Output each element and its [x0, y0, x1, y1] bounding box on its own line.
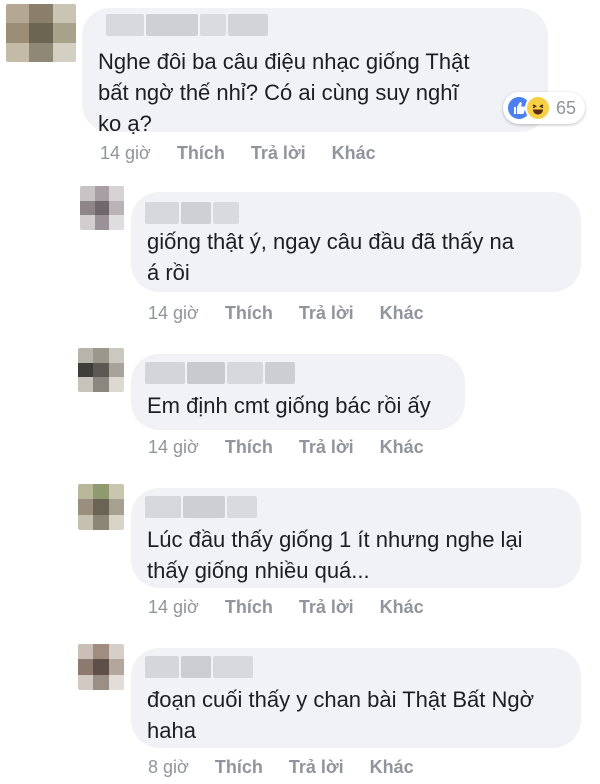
haha-icon: [525, 95, 551, 121]
reply-button[interactable]: Trả lời: [289, 757, 344, 778]
comment-text: Lúc đầu thấy giống 1 ít nhưng nghe lại t…: [147, 527, 523, 583]
comment-text: giống thật ý, ngay câu đầu đã thấy na á …: [147, 229, 514, 285]
comment-bubble: Nghe đôi ba câu điệu nhạc giống Thật bất…: [82, 8, 548, 136]
author-name-blurred[interactable]: [145, 362, 295, 384]
comment-text: Nghe đôi ba câu điệu nhạc giống Thật bất…: [98, 49, 470, 136]
avatar[interactable]: [78, 484, 124, 530]
avatar[interactable]: [78, 644, 124, 690]
comment-meta: 8 giờ Thích Trả lời Khác: [148, 755, 440, 779]
comment-meta: 14 giờ Thích Trả lời Khác: [148, 435, 450, 459]
author-name-blurred[interactable]: [106, 14, 268, 36]
more-button[interactable]: Khác: [380, 597, 424, 618]
more-button[interactable]: Khác: [380, 303, 424, 324]
comment-text: đoạn cuối thấy y chan bài Thật Bất Ngờ h…: [147, 687, 535, 743]
comment-bubble: Lúc đầu thấy giống 1 ít nhưng nghe lại t…: [131, 488, 581, 588]
timestamp[interactable]: 14 giờ: [148, 597, 199, 618]
avatar[interactable]: [6, 4, 76, 62]
avatar[interactable]: [80, 186, 124, 230]
author-name-blurred[interactable]: [145, 202, 239, 224]
comment-thread: Nghe đôi ba câu điệu nhạc giống Thật bất…: [0, 0, 600, 784]
comment-meta: 14 giờ Thích Trả lời Khác: [148, 595, 450, 619]
reaction-summary[interactable]: 65: [503, 92, 586, 124]
like-button[interactable]: Thích: [215, 757, 263, 778]
like-button[interactable]: Thích: [225, 303, 273, 324]
comment-meta: 14 giờ Thích Trả lời Khác: [148, 301, 450, 325]
comment-meta: 14 giờ Thích Trả lời Khác: [100, 141, 402, 165]
author-name-blurred[interactable]: [145, 656, 253, 678]
comment-bubble: giống thật ý, ngay câu đầu đã thấy na á …: [131, 192, 581, 292]
reply-button[interactable]: Trả lời: [299, 597, 354, 618]
comment-text: Em định cmt giống bác rồi ấy: [147, 393, 431, 418]
reaction-count: 65: [556, 97, 577, 118]
timestamp[interactable]: 14 giờ: [148, 437, 199, 458]
like-button[interactable]: Thích: [225, 597, 273, 618]
like-button[interactable]: Thích: [225, 437, 273, 458]
reply-button[interactable]: Trả lời: [251, 143, 306, 164]
timestamp[interactable]: 8 giờ: [148, 757, 189, 778]
more-button[interactable]: Khác: [370, 757, 414, 778]
comment-bubble: đoạn cuối thấy y chan bài Thật Bất Ngờ h…: [131, 648, 581, 748]
comment-bubble: Em định cmt giống bác rồi ấy: [131, 354, 465, 430]
reply-button[interactable]: Trả lời: [299, 437, 354, 458]
like-button[interactable]: Thích: [177, 143, 225, 164]
timestamp[interactable]: 14 giờ: [148, 303, 199, 324]
avatar[interactable]: [78, 348, 124, 392]
timestamp[interactable]: 14 giờ: [100, 143, 151, 164]
more-button[interactable]: Khác: [380, 437, 424, 458]
reply-button[interactable]: Trả lời: [299, 303, 354, 324]
author-name-blurred[interactable]: [145, 496, 257, 518]
more-button[interactable]: Khác: [332, 143, 376, 164]
